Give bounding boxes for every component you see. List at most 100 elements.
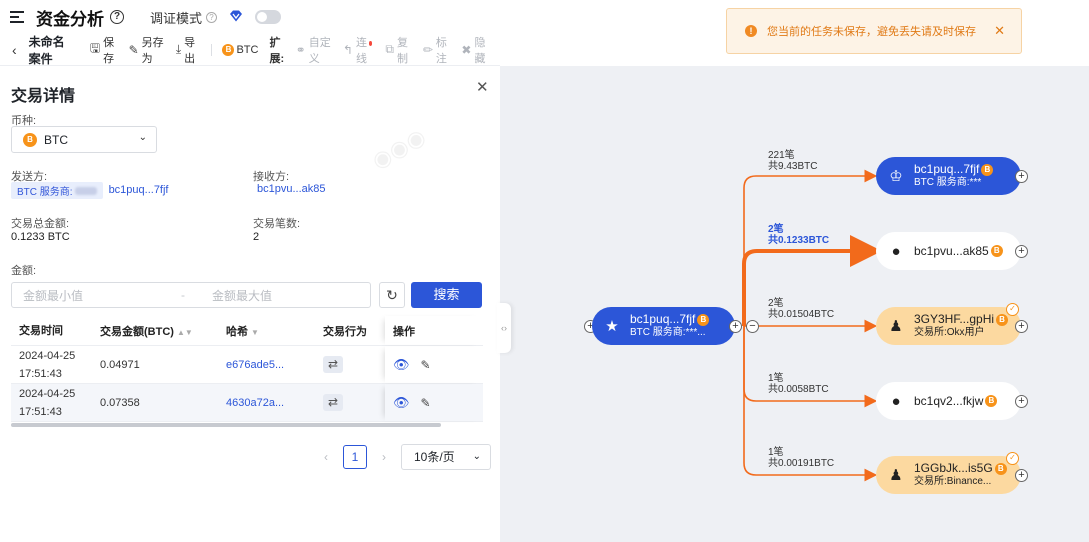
refresh-icon: ↻ xyxy=(386,287,398,303)
pagination: ‹ 1 › 10条/页 ⌄ xyxy=(316,444,491,470)
tx-count-label: 交易笔数: xyxy=(253,218,301,230)
export-button[interactable]: ⤓ 导出 xyxy=(176,34,200,66)
hide-icon: ✖ xyxy=(461,42,472,57)
prev-page-icon[interactable]: ‹ xyxy=(316,450,336,464)
unsaved-warning-toast: ! 您当前的任务未保存，避免丢失请及时保存 ✕ xyxy=(726,8,1022,54)
copy-button[interactable]: ⧉ 复制 xyxy=(385,34,411,66)
toolbar-divider xyxy=(210,43,212,56)
filter-icon[interactable]: ▼ xyxy=(251,328,259,337)
save-as-icon: ✎ xyxy=(128,42,139,57)
btc-icon: B xyxy=(985,395,998,407)
save-button[interactable]: 🖫 保存 xyxy=(90,34,118,66)
edit-icon[interactable]: ✎ xyxy=(421,396,431,410)
target-node[interactable]: ♔ bc1puq...7fjf B BTC 服务商:*** xyxy=(876,157,1021,195)
toolbar: ‹ 未命名案件 🖫 保存 ✎ 另存为 ⤓ 导出 B BTC 扩展: ⚭ 自定义 ↰ 连线 ⧉… xyxy=(0,34,500,66)
expand-node-button[interactable]: + xyxy=(1015,170,1028,183)
pen-icon: ✏ xyxy=(422,42,433,57)
custom-button[interactable]: ⚭ 自定义 xyxy=(296,34,332,66)
copy-icon: ⧉ xyxy=(385,42,394,56)
edge-label: 221笔 共9.43BTC xyxy=(768,150,818,172)
max-amount-input[interactable]: 金额最大值 xyxy=(201,287,370,304)
expand-node-button[interactable]: + xyxy=(1015,245,1028,258)
col-amount[interactable]: 交易金额(BTC) ▲▼ xyxy=(92,323,218,339)
view-icon[interactable]: 👁 xyxy=(393,395,410,411)
annotate-button[interactable]: ✏ 标注 xyxy=(423,34,451,66)
extend-label: 扩展: xyxy=(269,36,285,65)
page-title: 资金分析 xyxy=(36,9,104,29)
source-node[interactable]: ★ bc1puq...7fjf B BTC 服务商:***... xyxy=(592,307,735,345)
back-arrow-icon[interactable]: ‹ xyxy=(12,42,17,58)
target-node[interactable]: ● bc1qv2...fkjw B xyxy=(876,382,1021,420)
save-as-button[interactable]: ✎ 另存为 xyxy=(129,34,165,66)
next-page-icon[interactable]: › xyxy=(374,450,394,464)
total-amount-value: 0.1233 BTC xyxy=(11,231,70,243)
currency-select[interactable]: B BTC ⌄ xyxy=(11,126,157,153)
total-amount-label: 交易总金额: xyxy=(11,218,70,230)
user-icon: ♟ xyxy=(889,318,903,335)
min-amount-input[interactable]: 金额最小值 xyxy=(12,287,181,304)
panel-title: 交易详情 xyxy=(11,88,76,105)
transactions-table: 交易时间 交易金额(BTC) ▲▼ 哈希 ▼ 交易行为 操作 2024-04-25 1… xyxy=(11,316,483,422)
transfer-icon: ⇄ xyxy=(323,356,343,373)
amount-range-input: 金额最小值 - 金额最大值 xyxy=(11,282,371,308)
case-name: 未命名案件 xyxy=(28,34,65,66)
expand-node-button[interactable]: + xyxy=(1015,320,1028,333)
btc-icon: B xyxy=(990,245,1003,257)
btc-icon: B xyxy=(222,43,235,56)
notification-dot xyxy=(369,41,373,46)
reset-button[interactable]: ↻ xyxy=(379,282,405,308)
search-button[interactable]: 搜索 xyxy=(411,282,482,308)
currency-selector[interactable]: B BTC xyxy=(222,43,258,56)
view-icon[interactable]: 👁 xyxy=(393,357,410,373)
amount-label: 金额: xyxy=(11,265,37,277)
btc-icon: B xyxy=(23,132,37,147)
debug-mode-label: 调证模式 xyxy=(150,10,203,26)
service-provider-tag: BTC 服务商: xyxy=(11,181,103,199)
close-icon[interactable]: ✕ xyxy=(994,23,1005,39)
page-number[interactable]: 1 xyxy=(343,445,367,469)
col-time[interactable]: 交易时间 xyxy=(11,322,92,340)
close-icon[interactable]: ✕ xyxy=(476,78,489,96)
horizontal-scrollbar[interactable] xyxy=(11,423,441,427)
page-size-select[interactable]: 10条/页 ⌄ xyxy=(401,444,491,470)
transfer-icon: ⇄ xyxy=(323,394,343,411)
menu-icon[interactable] xyxy=(10,11,24,23)
edge-label: 2笔 共0.1233BTC xyxy=(768,224,830,246)
hash-link[interactable]: 4630a72a... xyxy=(218,397,315,409)
col-behavior: 交易行为 xyxy=(323,325,367,338)
warning-icon: ! xyxy=(745,25,757,37)
hash-link[interactable]: e676ade5... xyxy=(218,359,315,371)
star-icon: ★ xyxy=(605,318,619,335)
verified-icon: ✓ xyxy=(1006,452,1019,465)
target-node[interactable]: ♟ 1GGbJk...is5G B 交易所:Binance... xyxy=(876,456,1021,494)
sort-icon[interactable]: ▲▼ xyxy=(177,328,193,337)
debug-mode-toggle[interactable] xyxy=(255,10,282,24)
col-action: 操作 xyxy=(385,316,483,345)
download-icon: ⤓ xyxy=(175,42,182,56)
connect-button[interactable]: ↰ 连线 xyxy=(343,34,375,66)
graph-canvas[interactable]: ◉◉◉ 221笔 共9.43BTC 2笔 共0.1233BTC 2笔 共0.01504… xyxy=(367,66,1089,542)
hide-button[interactable]: ✖ 隐藏 xyxy=(461,34,489,66)
target-node[interactable]: ● bc1pvu...ak85 B xyxy=(876,232,1021,270)
edit-icon[interactable]: ✎ xyxy=(421,358,431,372)
expand-right-button[interactable]: + xyxy=(729,320,742,333)
sender-info: BTC 服务商: bc1puq...7fjf xyxy=(11,181,169,199)
target-node[interactable]: ♟ 3GY3HF...gpHi B 交易所:Okx用户 xyxy=(876,307,1021,345)
sender-address-link[interactable]: bc1puq...7fjf xyxy=(109,184,169,196)
panel-collapse-handle[interactable]: ‹› xyxy=(497,303,511,353)
edge-label: 1笔 共0.0058BTC xyxy=(768,373,829,395)
expand-node-button[interactable]: + xyxy=(1015,395,1028,408)
btc-icon: B xyxy=(697,313,710,326)
chevron-down-icon: ⌄ xyxy=(138,132,147,143)
expand-node-button[interactable]: + xyxy=(1015,469,1028,482)
receiver-address-link[interactable]: bc1pvu...ak85 xyxy=(257,183,326,195)
table-row: 2024-04-25 17:51:43 0.04971 e676ade5... ⇄… xyxy=(11,346,483,384)
edge-label: 2笔 共0.01504BTC xyxy=(768,298,835,320)
help-icon[interactable]: ? xyxy=(110,10,124,24)
edge-label: 1笔 共0.00191BTC xyxy=(768,447,835,469)
collapse-button[interactable]: − xyxy=(746,320,759,333)
debug-help-icon[interactable]: ? xyxy=(206,11,218,23)
location-pin-icon: ● xyxy=(891,242,901,260)
user-icon: ♟ xyxy=(889,467,903,484)
col-hash[interactable]: 哈希 ▼ xyxy=(218,323,315,339)
